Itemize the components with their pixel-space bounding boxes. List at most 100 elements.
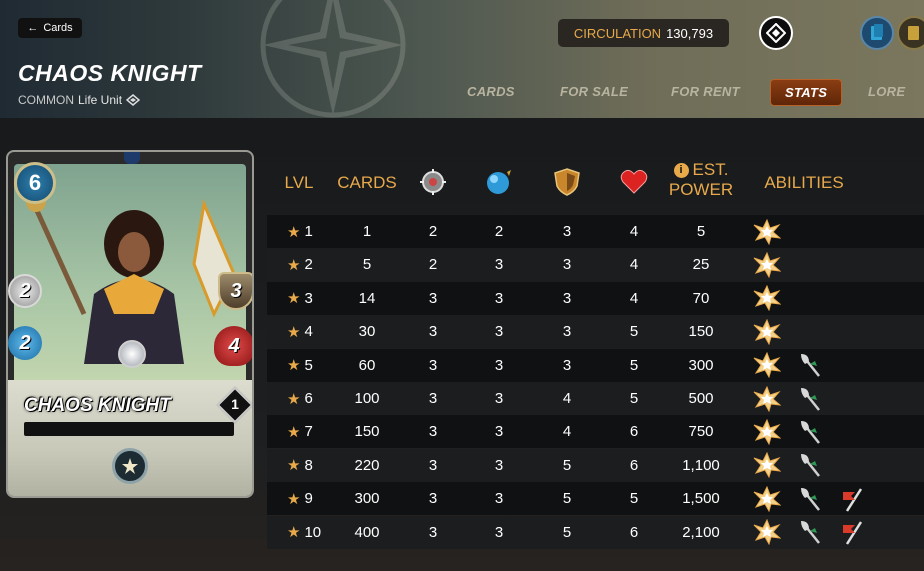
melee-cell: 3	[428, 356, 438, 374]
tab-lore[interactable]: LORE	[868, 84, 905, 99]
level-cell: ★ 4	[287, 315, 331, 348]
power-cell: 500	[688, 390, 714, 407]
power-cell: 2,100	[682, 523, 720, 541]
star-icon: ★	[287, 223, 301, 241]
cards-cell: 220	[354, 456, 380, 474]
power-cell: 1,500	[682, 490, 720, 508]
armor-cell: 3	[562, 289, 572, 307]
cards-collection-icon[interactable]	[860, 16, 894, 50]
header-power-line2: POWER	[668, 180, 734, 199]
level-cell: ★ 3	[287, 282, 331, 315]
melee-cell: 3	[428, 423, 438, 441]
magic-cell: 3	[494, 456, 504, 474]
info-icon[interactable]: i	[673, 162, 689, 178]
flag-icon[interactable]	[839, 519, 865, 545]
header-lvl: LVL	[284, 173, 314, 192]
tab-for-sale[interactable]: FOR SALE	[560, 84, 628, 99]
star-icon: ★	[287, 290, 301, 308]
blast-icon[interactable]	[753, 519, 781, 546]
blast-icon[interactable]	[753, 251, 781, 278]
blast-icon[interactable]	[753, 285, 781, 312]
card-magic-stat: 2	[8, 326, 42, 360]
table-row: ★ 2 5 2 3 3 4 25	[267, 248, 924, 282]
power-cell: 25	[692, 256, 710, 274]
table-row: ★ 6 100 3 3 4 5 500	[267, 382, 924, 415]
header-abilities: ABILITIES	[764, 173, 844, 192]
power-cell: 750	[688, 423, 714, 441]
star-icon: ★	[287, 423, 301, 441]
edition-gem-icon	[124, 152, 140, 164]
circulation-badge: CIRCULATION 130,793	[558, 19, 729, 47]
header-cards: CARDS	[337, 173, 397, 192]
melee-cell: 3	[428, 289, 438, 307]
axe-icon[interactable]	[797, 486, 823, 512]
packs-icon[interactable]	[897, 16, 924, 50]
axe-icon[interactable]	[797, 452, 823, 478]
magic-cell: 3	[494, 390, 504, 407]
card-health-stat: 4	[214, 326, 252, 366]
magic-cell: 3	[494, 423, 504, 441]
level-cell: ★ 2	[287, 248, 331, 281]
table-row: ★ 9 300 3 3 5 5 1,500	[267, 482, 924, 516]
abilities-cell	[753, 315, 883, 348]
health-cell: 6	[629, 456, 639, 474]
cards-cell: 30	[358, 323, 376, 341]
cards-cell: 5	[362, 256, 372, 274]
health-cell: 4	[629, 289, 639, 307]
tab-stats[interactable]: STATS	[770, 79, 843, 106]
cards-cell: 150	[354, 423, 380, 441]
armor-cell: 3	[562, 323, 572, 341]
melee-attack-icon	[413, 168, 453, 201]
magic-cell: 3	[494, 323, 504, 341]
blast-icon[interactable]	[753, 418, 781, 445]
level-value: 10	[304, 523, 322, 541]
card-image: 6 2 2 3 4 CHAOS KNIGHT 1	[6, 150, 254, 498]
magic-attack-icon	[479, 168, 519, 201]
armor-cell: 4	[562, 423, 572, 441]
armor-cell: 5	[562, 523, 572, 541]
level-cell: ★ 7	[287, 415, 331, 448]
star-icon: ★	[287, 357, 301, 375]
blast-icon[interactable]	[753, 218, 781, 245]
abilities-cell	[753, 415, 883, 448]
health-cell: 5	[629, 390, 639, 407]
tab-cards[interactable]: CARDS	[467, 84, 515, 99]
power-cell: 70	[692, 289, 710, 307]
cards-cell: 1	[362, 223, 372, 240]
abilities-cell	[753, 516, 883, 549]
blast-icon[interactable]	[753, 485, 781, 512]
axe-icon[interactable]	[797, 419, 823, 445]
tab-for-rent[interactable]: FOR RENT	[671, 84, 740, 99]
axe-icon[interactable]	[797, 519, 823, 545]
blast-icon[interactable]	[753, 352, 781, 379]
hive-engine-icon[interactable]	[759, 16, 793, 50]
armor-cell: 5	[562, 456, 572, 474]
abilities-cell	[753, 382, 883, 415]
health-cell: 6	[629, 423, 639, 441]
axe-icon[interactable]	[797, 352, 823, 378]
blast-icon[interactable]	[753, 318, 781, 345]
blast-ability-token-icon	[112, 448, 148, 484]
cards-cell: 100	[354, 390, 380, 407]
blast-icon[interactable]	[753, 385, 781, 412]
health-cell: 4	[629, 223, 639, 240]
star-icon: ★	[287, 457, 301, 475]
life-splinter-icon	[118, 340, 146, 368]
magic-cell: 2	[494, 223, 504, 240]
star-icon: ★	[287, 524, 301, 542]
abilities-cell	[753, 449, 883, 482]
level-value: 6	[304, 390, 313, 407]
level-value: 8	[304, 456, 313, 474]
power-cell: 1,100	[682, 456, 720, 474]
cards-cell: 400	[354, 523, 380, 541]
armor-cell: 4	[562, 390, 572, 407]
circulation-value: 130,793	[666, 25, 714, 41]
axe-icon[interactable]	[797, 386, 823, 412]
header-power-line1: EST.	[692, 160, 729, 179]
back-button[interactable]: ← Cards	[18, 18, 82, 38]
blast-icon[interactable]	[753, 452, 781, 479]
power-cell: 5	[696, 223, 706, 240]
mana-cost: 6	[14, 162, 56, 204]
card-text-bar	[24, 422, 234, 436]
flag-icon[interactable]	[839, 486, 865, 512]
